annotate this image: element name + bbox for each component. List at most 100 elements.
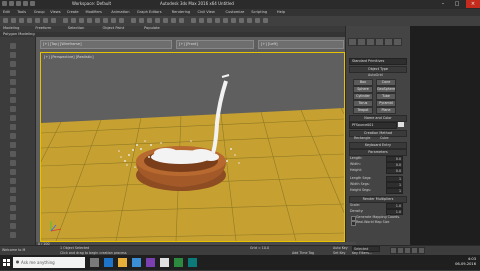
sphere-button[interactable]: Sphere bbox=[353, 86, 373, 93]
left-toolbar-tool-icon[interactable] bbox=[10, 97, 16, 103]
left-toolbar-tool-icon[interactable] bbox=[10, 205, 16, 211]
hierarchy-tab[interactable] bbox=[366, 38, 375, 46]
taskbar-clock[interactable]: 4:03 06-09-2016 bbox=[455, 257, 476, 267]
menu-item-group[interactable]: Group bbox=[34, 10, 45, 14]
cylinder-button[interactable]: Cylinder bbox=[353, 93, 373, 100]
left-toolbar-tool-icon[interactable] bbox=[10, 70, 16, 76]
rectangular-selection-icon[interactable] bbox=[71, 18, 76, 23]
chrome-icon[interactable] bbox=[160, 258, 169, 267]
3ds-max-taskbar-icon[interactable] bbox=[188, 258, 197, 267]
geosphere-button[interactable]: GeoSphere bbox=[376, 86, 396, 93]
menu-item-animation[interactable]: Animation bbox=[111, 10, 129, 14]
top-viewport-tab[interactable]: [+] [Top] [Wireframe] bbox=[40, 40, 172, 49]
render-setup-icon[interactable] bbox=[247, 18, 252, 23]
parameters-header[interactable]: Parameters bbox=[349, 149, 407, 156]
left-toolbar-tool-icon[interactable] bbox=[10, 151, 16, 157]
maximize-button[interactable]: □ bbox=[450, 0, 464, 8]
mirror-icon[interactable] bbox=[191, 18, 196, 23]
menu-item-graph-editors[interactable]: Graph Editors bbox=[137, 10, 162, 14]
creation-cube-option[interactable]: Cube bbox=[380, 136, 389, 140]
percent-snap-icon[interactable] bbox=[163, 18, 168, 23]
left-toolbar-tool-icon[interactable] bbox=[10, 133, 16, 139]
object-category-dropdown[interactable]: Standard Primitives bbox=[349, 58, 407, 65]
link-icon[interactable] bbox=[19, 18, 24, 23]
torus-button[interactable]: Torus bbox=[353, 100, 373, 107]
reference-coord-icon[interactable] bbox=[111, 18, 116, 23]
left-toolbar-tool-icon[interactable] bbox=[10, 43, 16, 49]
workspace-label[interactable]: Workspace: Default bbox=[72, 1, 111, 6]
left-toolbar-tool-icon[interactable] bbox=[10, 124, 16, 130]
move-icon[interactable] bbox=[87, 18, 92, 23]
tube-button[interactable]: Tube bbox=[376, 93, 396, 100]
pivot-icon[interactable] bbox=[119, 18, 124, 23]
manipulate-icon[interactable] bbox=[131, 18, 136, 23]
minimize-button[interactable]: – bbox=[436, 0, 450, 8]
cone-button[interactable]: Cone bbox=[376, 79, 396, 86]
window-crossing-icon[interactable] bbox=[79, 18, 84, 23]
schematic-view-icon[interactable] bbox=[231, 18, 236, 23]
render-multipliers-header[interactable]: Render Multipliers bbox=[349, 196, 407, 203]
menu-item-create[interactable]: Create bbox=[67, 10, 79, 14]
left-toolbar-tool-icon[interactable] bbox=[10, 160, 16, 166]
left-toolbar-tool-icon[interactable] bbox=[10, 106, 16, 112]
height-spinner[interactable]: 0.0 bbox=[386, 168, 403, 174]
selection-filter-icon[interactable] bbox=[43, 18, 48, 23]
keyboard-shortcut-icon[interactable] bbox=[139, 18, 144, 23]
ribbon-tab-populate[interactable]: Populate bbox=[144, 26, 160, 30]
undo-icon[interactable] bbox=[3, 18, 8, 23]
left-toolbar-tool-icon[interactable] bbox=[10, 52, 16, 58]
unlink-icon[interactable] bbox=[27, 18, 32, 23]
app-green-icon[interactable] bbox=[174, 258, 183, 267]
material-editor-icon[interactable] bbox=[239, 18, 244, 23]
object-type-header[interactable]: Object Type bbox=[349, 66, 407, 73]
polygon-modeling-label[interactable]: Polygon Modeling bbox=[3, 32, 35, 36]
menu-item-help[interactable]: Help bbox=[277, 10, 285, 14]
next-frame-button[interactable] bbox=[411, 247, 418, 254]
goto-end-button[interactable] bbox=[418, 247, 425, 254]
menu-item-edit[interactable]: Edit bbox=[3, 10, 10, 14]
left-toolbar-tool-icon[interactable] bbox=[10, 223, 16, 229]
left-toolbar-tool-icon[interactable] bbox=[10, 196, 16, 202]
close-button[interactable]: × bbox=[466, 0, 480, 8]
start-button[interactable] bbox=[0, 255, 13, 270]
spinner-snap-icon[interactable] bbox=[171, 18, 176, 23]
app-icon[interactable] bbox=[2, 1, 7, 6]
ribbon-tab-object-paint[interactable]: Object Paint bbox=[103, 26, 125, 30]
creation-rectangle-option[interactable]: Rectangle bbox=[354, 136, 370, 140]
menu-item-views[interactable]: Views bbox=[50, 10, 60, 14]
left-toolbar-tool-icon[interactable] bbox=[10, 61, 16, 67]
layer-explorer-icon[interactable] bbox=[207, 18, 212, 23]
object-name-field[interactable]: PFSource001 bbox=[349, 122, 397, 129]
left-toolbar-tool-icon[interactable] bbox=[10, 88, 16, 94]
store-icon[interactable] bbox=[132, 258, 141, 267]
keyboard-entry-header[interactable]: Keyboard Entry bbox=[349, 142, 407, 149]
auto-key-button[interactable]: Auto Key bbox=[333, 246, 348, 250]
visual-studio-icon[interactable] bbox=[146, 258, 155, 267]
left-toolbar-tool-icon[interactable] bbox=[10, 232, 16, 238]
name-and-color-header[interactable]: Name and Color bbox=[349, 115, 407, 122]
edge-browser-icon[interactable] bbox=[104, 258, 113, 267]
menu-item-rendering[interactable]: Rendering bbox=[172, 10, 190, 14]
menu-item-civil-view[interactable]: Civil View bbox=[198, 10, 215, 14]
left-viewport-tab[interactable]: [+] [Left] bbox=[258, 40, 344, 49]
snaps-icon[interactable] bbox=[147, 18, 152, 23]
left-toolbar-tool-icon[interactable] bbox=[10, 178, 16, 184]
front-viewport-tab[interactable]: [+] [Front] bbox=[176, 40, 254, 49]
perspective-viewport[interactable]: [+] [Perspective] [Realistic] bbox=[40, 52, 345, 242]
utilities-tab[interactable] bbox=[393, 38, 402, 46]
left-toolbar-tool-icon[interactable] bbox=[10, 142, 16, 148]
file-explorer-icon[interactable] bbox=[118, 258, 127, 267]
play-button[interactable] bbox=[404, 247, 411, 254]
select-by-name-icon[interactable] bbox=[63, 18, 68, 23]
align-icon[interactable] bbox=[199, 18, 204, 23]
left-toolbar-tool-icon[interactable] bbox=[10, 187, 16, 193]
left-toolbar-tool-icon[interactable] bbox=[10, 169, 16, 175]
plane-button[interactable]: Plane bbox=[376, 107, 396, 114]
previous-frame-button[interactable] bbox=[397, 247, 404, 254]
curve-editor-icon[interactable] bbox=[223, 18, 228, 23]
left-toolbar-tool-icon[interactable] bbox=[10, 214, 16, 220]
rendered-frame-icon[interactable] bbox=[255, 18, 260, 23]
menu-item-customize[interactable]: Customize bbox=[226, 10, 245, 14]
bind-space-warp-icon[interactable] bbox=[35, 18, 40, 23]
redo-icon[interactable] bbox=[11, 18, 16, 23]
